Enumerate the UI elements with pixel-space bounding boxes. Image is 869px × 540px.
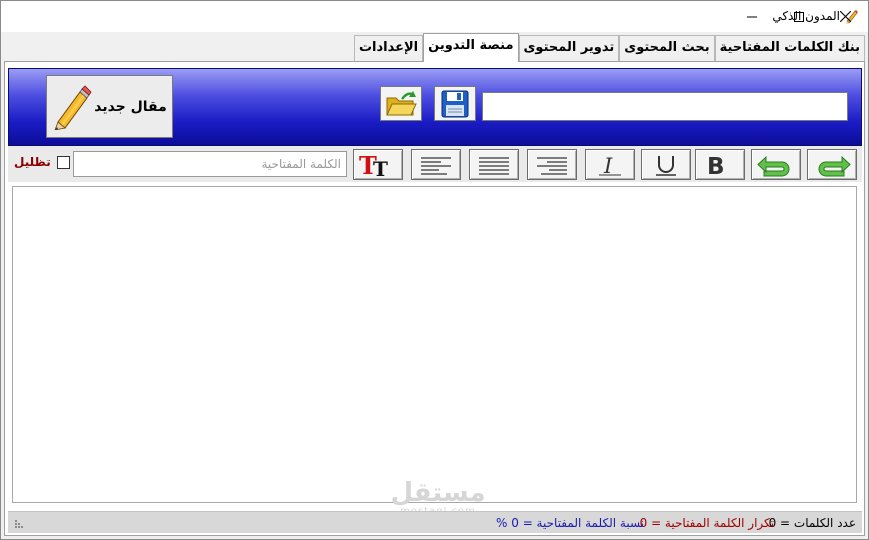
keyword-ratio-status: نسبة الكلمة المفتاحية = 0 % — [496, 516, 644, 530]
italic-icon: I — [599, 154, 621, 177]
highlight-option[interactable]: تظليل — [14, 155, 70, 169]
align-justify-button[interactable] — [469, 149, 519, 180]
redo-icon — [818, 155, 851, 176]
save-button[interactable] — [434, 86, 476, 121]
bold-button[interactable]: B — [695, 149, 745, 180]
maximize-button[interactable] — [776, 1, 822, 32]
undo-button[interactable] — [751, 149, 801, 180]
keyword-repeat-status: تكرار الكلمة المفتاحية = 0 — [639, 516, 774, 530]
highlight-label: تظليل — [14, 155, 51, 169]
main-tabs: بنك الكلمات المفتاحية بحث المحتوى تدوير … — [353, 33, 865, 62]
close-button[interactable] — [822, 1, 868, 32]
align-left-icon — [421, 156, 451, 175]
tab-blogging-platform[interactable]: منصة التدوين — [423, 33, 519, 62]
svg-text:T: T — [373, 157, 388, 178]
tab-settings[interactable]: الإعدادات — [353, 35, 424, 61]
font-size-button[interactable]: T T — [353, 149, 403, 180]
underline-button[interactable] — [641, 149, 691, 180]
minimize-button[interactable] — [729, 1, 775, 32]
tab-keyword-bank[interactable]: بنك الكلمات المفتاحية — [714, 35, 865, 61]
underline-icon — [656, 155, 676, 176]
article-body-textarea[interactable] — [13, 187, 856, 502]
tab-content-search[interactable]: بحث المحتوى — [619, 35, 715, 61]
article-editor[interactable] — [12, 186, 857, 503]
font-size-icon: T T — [359, 152, 388, 178]
blogging-panel: مقال جديد تظليل الكلمة المفتاحية T T I B… — [4, 61, 865, 536]
keyword-input[interactable] — [73, 151, 347, 177]
folder-open-icon — [386, 90, 417, 115]
align-right-button[interactable] — [527, 149, 577, 180]
new-article-button[interactable]: مقال جديد — [46, 75, 173, 138]
floppy-save-icon — [441, 90, 469, 117]
word-count-status: عدد الكلمات = 0 — [768, 516, 856, 530]
align-left-button[interactable] — [411, 149, 461, 180]
resize-grip-icon[interactable] — [14, 519, 24, 529]
maximize-icon — [794, 11, 804, 22]
align-right-icon — [537, 156, 567, 175]
pencil-icon — [54, 84, 92, 130]
italic-button[interactable]: I — [585, 149, 635, 180]
new-article-label: مقال جديد — [94, 98, 167, 115]
close-icon — [839, 11, 851, 22]
redo-button[interactable] — [807, 149, 857, 180]
title-bar: المدون الذكي — [1, 1, 868, 32]
tab-content-spinning[interactable]: تدوير المحتوى — [518, 35, 620, 61]
format-toolbar: تظليل T T — [8, 146, 862, 182]
minimize-icon — [747, 16, 757, 17]
svg-text:I: I — [603, 154, 613, 177]
header-band: مقال جديد — [8, 68, 862, 146]
open-file-button[interactable] — [380, 86, 422, 121]
align-justify-icon — [479, 156, 509, 175]
article-title-input[interactable] — [482, 92, 848, 121]
app-window: المدون الذكي بنك الكلمات المفتاحية بحث ا… — [0, 0, 869, 540]
highlight-checkbox[interactable] — [56, 155, 70, 169]
status-bar: عدد الكلمات = 0 تكرار الكلمة المفتاحية =… — [8, 511, 862, 533]
svg-text:B: B — [707, 154, 725, 178]
undo-icon — [757, 155, 790, 176]
watermark-brand: مستقل — [390, 478, 486, 508]
bold-icon: B — [707, 154, 725, 178]
